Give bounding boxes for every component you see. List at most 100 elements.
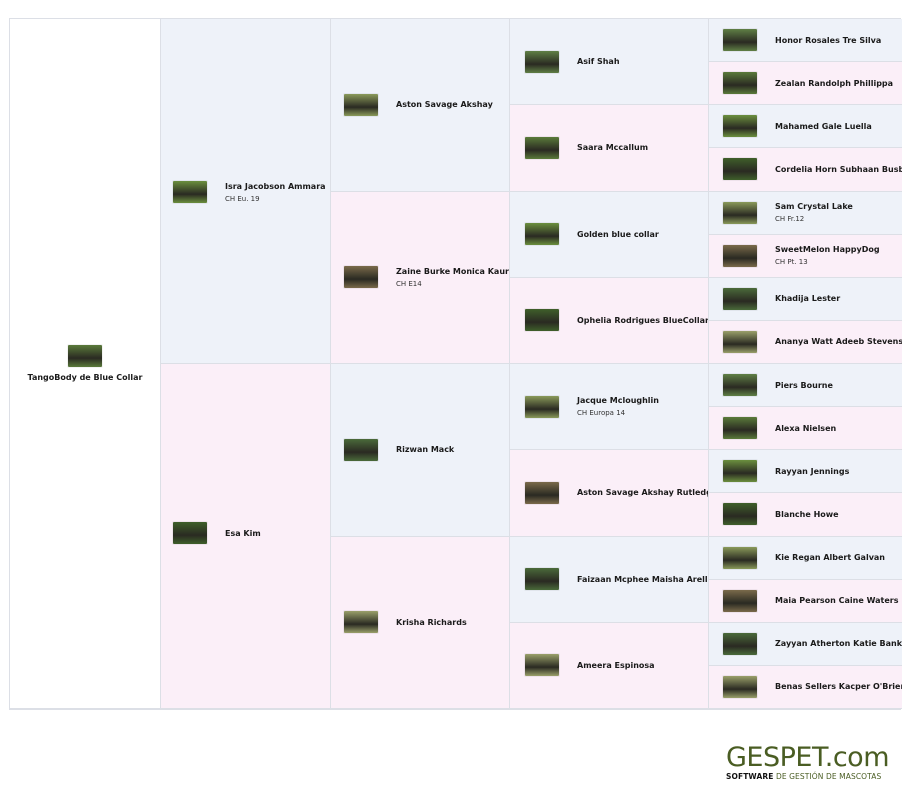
pedigree-cell-gen4-12[interactable]: Blanche Howe bbox=[709, 493, 902, 537]
dog-name[interactable]: Zayyan Atherton Katie Banks bbox=[775, 639, 902, 648]
dog-name[interactable]: Sam Crystal Lake bbox=[775, 202, 853, 211]
dog-photo-thumbnail[interactable] bbox=[723, 115, 757, 138]
pedigree-cell-gen4-15[interactable]: Zayyan Atherton Katie Banks bbox=[709, 622, 902, 666]
dog-entry[interactable]: Mahamed Gale Luella bbox=[723, 115, 872, 138]
dog-photo-thumbnail[interactable] bbox=[525, 309, 559, 332]
pedigree-cell-gen2-4[interactable]: Krisha Richards bbox=[331, 536, 510, 709]
dog-photo-thumbnail[interactable] bbox=[723, 374, 757, 397]
dog-name[interactable]: Alexa Nielsen bbox=[775, 424, 836, 433]
dog-photo-thumbnail[interactable] bbox=[723, 460, 757, 483]
dog-name[interactable]: Cordelia Horn Subhaan Busby bbox=[775, 165, 902, 174]
dog-photo-thumbnail[interactable] bbox=[723, 632, 757, 655]
dog-photo-thumbnail[interactable] bbox=[723, 72, 757, 95]
dog-photo-thumbnail[interactable] bbox=[723, 503, 757, 526]
dog-entry[interactable]: Aston Savage Akshay Rutledge bbox=[525, 481, 708, 504]
dog-entry[interactable]: Maia Pearson Caine Waters bbox=[723, 589, 898, 612]
dog-entry[interactable]: Asif Shah bbox=[525, 50, 620, 73]
dog-photo-thumbnail[interactable] bbox=[173, 181, 207, 203]
dog-entry[interactable]: SweetMelon HappyDog CH Pt. 13 bbox=[723, 244, 880, 267]
dog-entry[interactable]: Sam Crystal Lake CH Fr.12 bbox=[723, 201, 853, 224]
dog-name[interactable]: Asif Shah bbox=[577, 57, 620, 66]
dog-entry[interactable]: Ananya Watt Adeeb Stevens bbox=[723, 330, 902, 353]
dog-entry[interactable]: Cordelia Horn Subhaan Busby bbox=[723, 158, 902, 181]
dog-photo-thumbnail[interactable] bbox=[723, 417, 757, 440]
subject-name[interactable]: TangoBody de Blue Collar bbox=[28, 373, 143, 382]
dog-photo-thumbnail[interactable] bbox=[723, 29, 757, 52]
dog-photo-thumbnail[interactable] bbox=[723, 546, 757, 569]
gespet-logo[interactable]: GESPET.com SOFTWARE DE GESTIÓN DE MASCOT… bbox=[726, 744, 890, 781]
dog-entry[interactable]: Faizaan Mcphee Maisha Arellano bbox=[525, 568, 708, 591]
dog-name[interactable]: Zaine Burke Monica Kaur bbox=[396, 267, 509, 276]
pedigree-cell-gen4-14[interactable]: Maia Pearson Caine Waters bbox=[709, 579, 902, 623]
pedigree-cell-gen1-1[interactable]: Isra Jacobson Ammara CH Eu. 19 bbox=[161, 19, 331, 364]
dog-photo-thumbnail[interactable] bbox=[344, 611, 378, 634]
dog-photo-thumbnail[interactable] bbox=[723, 675, 757, 698]
dog-entry[interactable]: Piers Bourne bbox=[723, 374, 833, 397]
dog-name[interactable]: Jacque Mcloughlin bbox=[577, 396, 659, 405]
dog-name[interactable]: Maia Pearson Caine Waters bbox=[775, 596, 898, 605]
pedigree-cell-gen3-5[interactable]: Jacque Mcloughlin CH Europa 14 bbox=[510, 364, 709, 451]
dog-name[interactable]: Piers Bourne bbox=[775, 381, 833, 390]
pedigree-cell-gen4-4[interactable]: Cordelia Horn Subhaan Busby bbox=[709, 148, 902, 192]
dog-name[interactable]: Ananya Watt Adeeb Stevens bbox=[775, 337, 902, 346]
dog-entry[interactable]: Ophelia Rodrigues BlueCollar bbox=[525, 309, 708, 332]
dog-photo-thumbnail[interactable] bbox=[344, 438, 378, 461]
dog-photo-thumbnail[interactable] bbox=[525, 223, 559, 246]
dog-photo-thumbnail[interactable] bbox=[525, 654, 559, 677]
dog-photo-thumbnail[interactable] bbox=[723, 244, 757, 267]
dog-photo-thumbnail[interactable] bbox=[525, 481, 559, 504]
dog-name[interactable]: Golden blue collar bbox=[577, 230, 659, 239]
pedigree-cell-gen4-7[interactable]: Khadija Lester bbox=[709, 277, 902, 321]
dog-entry[interactable]: Jacque Mcloughlin CH Europa 14 bbox=[525, 395, 659, 418]
dog-photo-thumbnail[interactable] bbox=[525, 136, 559, 159]
dog-entry[interactable]: Ameera Espinosa bbox=[525, 654, 655, 677]
dog-entry[interactable]: Rayyan Jennings bbox=[723, 460, 849, 483]
dog-photo-thumbnail[interactable] bbox=[525, 395, 559, 418]
dog-name[interactable]: Faizaan Mcphee Maisha Arellano bbox=[577, 575, 708, 584]
dog-entry[interactable]: Aston Savage Akshay bbox=[344, 93, 493, 116]
pedigree-cell-gen3-3[interactable]: Golden blue collar bbox=[510, 191, 709, 278]
dog-name[interactable]: Krisha Richards bbox=[396, 618, 467, 627]
pedigree-cell-gen3-7[interactable]: Faizaan Mcphee Maisha Arellano bbox=[510, 536, 709, 623]
dog-entry[interactable]: Zealan Randolph Phillippa bbox=[723, 72, 893, 95]
pedigree-cell-gen3-2[interactable]: Saara Mccallum bbox=[510, 105, 709, 192]
dog-name[interactable]: Mahamed Gale Luella bbox=[775, 122, 872, 131]
dog-entry[interactable]: Esa Kim bbox=[173, 522, 261, 544]
pedigree-cell-gen2-2[interactable]: Zaine Burke Monica Kaur CH E14 bbox=[331, 191, 510, 364]
pedigree-subject[interactable]: TangoBody de Blue Collar bbox=[10, 19, 161, 709]
pedigree-cell-gen4-8[interactable]: Ananya Watt Adeeb Stevens bbox=[709, 320, 902, 364]
dog-name[interactable]: Esa Kim bbox=[225, 529, 261, 538]
dog-photo-thumbnail[interactable] bbox=[525, 50, 559, 73]
dog-name[interactable]: Rizwan Mack bbox=[396, 445, 454, 454]
dog-name[interactable]: Aston Savage Akshay bbox=[396, 100, 493, 109]
pedigree-cell-gen4-13[interactable]: Kie Regan Albert Galvan bbox=[709, 536, 902, 580]
dog-entry[interactable]: Zayyan Atherton Katie Banks bbox=[723, 632, 902, 655]
dog-name[interactable]: Zealan Randolph Phillippa bbox=[775, 79, 893, 88]
pedigree-cell-gen4-6[interactable]: SweetMelon HappyDog CH Pt. 13 bbox=[709, 234, 902, 278]
dog-photo-thumbnail[interactable] bbox=[344, 266, 378, 289]
dog-entry[interactable]: Blanche Howe bbox=[723, 503, 839, 526]
dog-name[interactable]: Rayyan Jennings bbox=[775, 467, 849, 476]
dog-name[interactable]: Aston Savage Akshay Rutledge bbox=[577, 488, 708, 497]
dog-entry[interactable]: Benas Sellers Kacper O'Brien bbox=[723, 675, 902, 698]
pedigree-cell-gen4-2[interactable]: Zealan Randolph Phillippa bbox=[709, 62, 902, 106]
pedigree-cell-gen4-1[interactable]: Honor Rosales Tre Silva bbox=[709, 19, 902, 63]
dog-photo-thumbnail[interactable] bbox=[344, 93, 378, 116]
pedigree-cell-gen2-1[interactable]: Aston Savage Akshay bbox=[331, 19, 510, 192]
dog-name[interactable]: Ameera Espinosa bbox=[577, 661, 655, 670]
pedigree-cell-gen3-6[interactable]: Aston Savage Akshay Rutledge bbox=[510, 450, 709, 537]
pedigree-cell-gen2-3[interactable]: Rizwan Mack bbox=[331, 364, 510, 537]
dog-entry[interactable]: Khadija Lester bbox=[723, 287, 840, 310]
dog-photo-thumbnail[interactable] bbox=[525, 568, 559, 591]
dog-entry[interactable]: Honor Rosales Tre Silva bbox=[723, 29, 881, 52]
dog-entry[interactable]: Krisha Richards bbox=[344, 611, 467, 634]
pedigree-cell-gen3-4[interactable]: Ophelia Rodrigues BlueCollar bbox=[510, 277, 709, 364]
dog-name[interactable]: SweetMelon HappyDog bbox=[775, 245, 880, 254]
dog-photo-thumbnail[interactable] bbox=[723, 330, 757, 353]
dog-photo-thumbnail[interactable] bbox=[723, 589, 757, 612]
dog-name[interactable]: Blanche Howe bbox=[775, 510, 839, 519]
dog-entry[interactable]: Kie Regan Albert Galvan bbox=[723, 546, 885, 569]
pedigree-cell-gen4-5[interactable]: Sam Crystal Lake CH Fr.12 bbox=[709, 191, 902, 235]
pedigree-cell-gen4-10[interactable]: Alexa Nielsen bbox=[709, 407, 902, 451]
dog-entry[interactable]: Zaine Burke Monica Kaur CH E14 bbox=[344, 266, 509, 289]
